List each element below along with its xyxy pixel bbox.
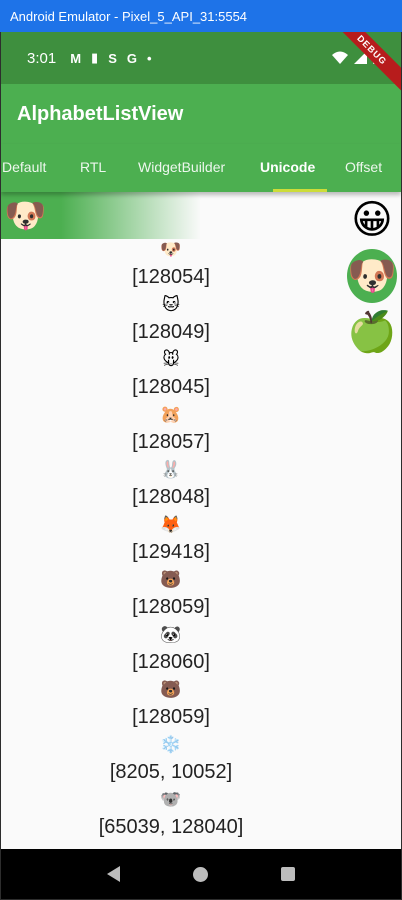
list-item-emoji: 🐹 bbox=[160, 405, 182, 424]
list-item[interactable]: 🐹 [128057] bbox=[1, 405, 341, 460]
dog-icon: 🐶 bbox=[347, 254, 397, 298]
list-item[interactable]: 🐶 [128054] bbox=[1, 240, 341, 295]
list-item-emoji: 🐨 bbox=[160, 790, 182, 809]
list-item-code: [128054] bbox=[132, 266, 210, 288]
list-item[interactable]: 🐱 [128049] bbox=[1, 295, 341, 350]
tab-offset[interactable]: Offset bbox=[345, 144, 382, 192]
list-item-emoji: 🐼 bbox=[160, 625, 182, 644]
tab-indicator bbox=[273, 189, 327, 192]
tab-bar: Default RTL WidgetBuilder Unicode Offset bbox=[1, 144, 401, 192]
list-item[interactable]: 🐻 [128059] bbox=[1, 570, 341, 625]
list-item[interactable]: 🐭 [128045] bbox=[1, 350, 341, 405]
list-item[interactable]: 🐼 [128060] bbox=[1, 625, 341, 680]
header-emoji: 🐶 bbox=[4, 197, 47, 235]
list-item-code: [128057] bbox=[132, 431, 210, 453]
wifi-icon bbox=[332, 51, 348, 64]
sticky-header: 🐶 bbox=[1, 192, 201, 239]
list-item-emoji: 🐻 bbox=[160, 680, 182, 699]
list-item-emoji: 🦊 bbox=[160, 515, 182, 534]
window-title: Android Emulator - Pixel_5_API_31:5554 bbox=[10, 8, 248, 24]
s-icon: S bbox=[108, 50, 117, 66]
status-bar: 3:01 M ▮ S G • DEBUG bbox=[1, 32, 401, 95]
tab-rtl[interactable]: RTL bbox=[80, 144, 106, 192]
list-item[interactable]: 🐻 [128059] bbox=[1, 680, 341, 735]
list-item-code: [129418] bbox=[132, 541, 210, 563]
list-item-code: [128045] bbox=[132, 376, 210, 398]
list-item[interactable]: 🐰 [128048] bbox=[1, 460, 341, 515]
sidebar-item-apple[interactable]: 🍏 bbox=[347, 304, 397, 360]
status-time: 3:01 bbox=[27, 49, 57, 67]
list-item[interactable]: ❄️ [8205, 10052] bbox=[1, 735, 341, 790]
list-item-code: [8205, 10052] bbox=[109, 761, 233, 783]
home-icon[interactable] bbox=[192, 866, 208, 882]
tab-unicode[interactable]: Unicode bbox=[260, 144, 315, 192]
device-screen: 3:01 M ▮ S G • DEBUG AlphabetListView De… bbox=[1, 32, 401, 899]
alphabet-sidebar[interactable]: 😀 🐶 🍏 bbox=[347, 192, 397, 360]
list-item-code: [128048] bbox=[132, 486, 210, 508]
selected-indicator: 🐶 bbox=[347, 249, 397, 303]
recents-icon[interactable] bbox=[280, 867, 295, 881]
navigation-bar bbox=[1, 849, 401, 899]
grinning-face-icon: 😀 bbox=[351, 198, 393, 242]
list-item-code: [128059] bbox=[132, 706, 210, 728]
gmail-icon: M bbox=[70, 50, 82, 66]
sidebar-item-dog[interactable]: 🐶 bbox=[347, 248, 397, 304]
sidebar-item-grinning-face[interactable]: 😀 bbox=[347, 192, 397, 248]
list-item-emoji: 🐰 bbox=[160, 460, 182, 479]
list-item-emoji: 🐶 bbox=[160, 240, 182, 259]
list-item-code: [128060] bbox=[132, 651, 210, 673]
list-item-emoji: 🐭 bbox=[162, 350, 180, 369]
unicode-list[interactable]: 🐶 [128054] 🐱 [128049] 🐭 [128045] 🐹 [1280… bbox=[1, 240, 341, 845]
list-item-code: [128059] bbox=[132, 596, 210, 618]
green-apple-icon: 🍏 bbox=[347, 310, 397, 354]
dot-icon: • bbox=[147, 50, 152, 66]
list-item-emoji: 🐱 bbox=[162, 295, 180, 314]
content-area: 🐶 🐶 [128054] 🐱 [128049] 🐭 [128045] 🐹 [12… bbox=[1, 192, 401, 849]
tab-default[interactable]: Default bbox=[2, 144, 46, 192]
app-title: AlphabetListView bbox=[17, 102, 184, 125]
window-titlebar: Android Emulator - Pixel_5_API_31:5554 bbox=[0, 0, 402, 32]
app-bar: AlphabetListView bbox=[1, 84, 401, 144]
list-item-emoji: 🐻 bbox=[160, 570, 182, 589]
list-item-code: [128049] bbox=[132, 321, 210, 343]
sd-card-icon: ▮ bbox=[91, 50, 99, 65]
list-item[interactable]: 🦊 [129418] bbox=[1, 515, 341, 570]
back-icon[interactable] bbox=[107, 866, 121, 882]
list-item-code: [65039, 128040] bbox=[98, 816, 244, 838]
google-icon: G bbox=[126, 50, 137, 66]
list-item-emoji: ❄️ bbox=[160, 735, 182, 754]
list-item[interactable]: 🐨 [65039, 128040] bbox=[1, 790, 341, 845]
tab-widgetbuilder[interactable]: WidgetBuilder bbox=[138, 144, 225, 192]
